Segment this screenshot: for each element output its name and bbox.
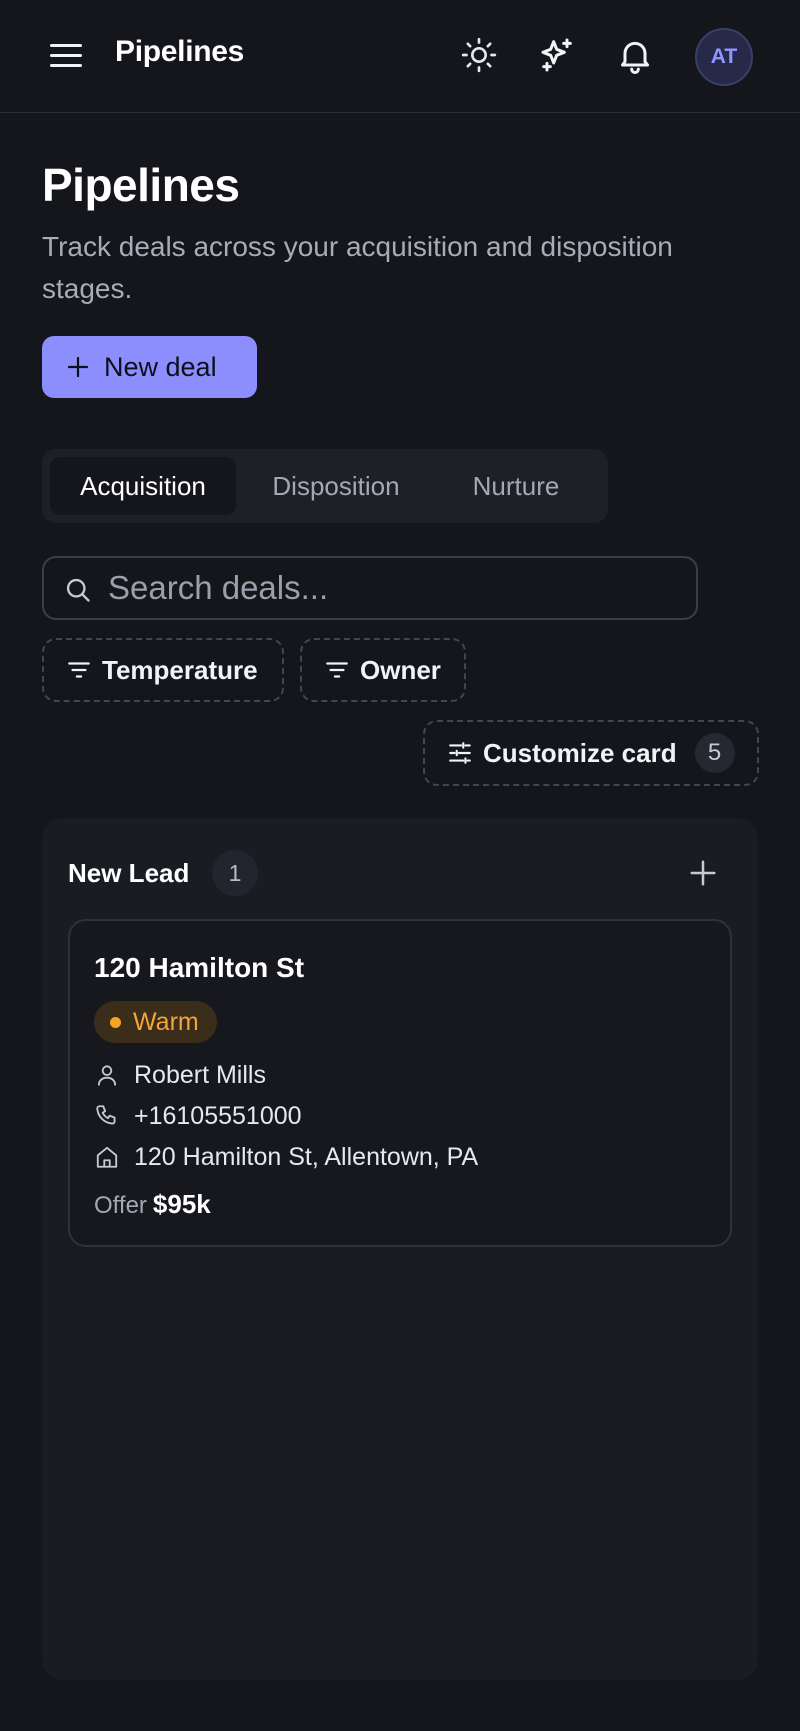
plus-icon	[690, 860, 716, 886]
filter-icon	[68, 662, 90, 678]
customize-count-badge: 5	[694, 733, 735, 773]
column-title: New Lead	[68, 858, 190, 888]
pipeline-tabs: Acquisition Disposition Nurture	[42, 449, 608, 523]
column-count-badge: 1	[212, 850, 258, 896]
temperature-label: Warm	[133, 1007, 199, 1036]
contact-name: Robert Mills	[134, 1060, 266, 1089]
warm-dot-icon	[110, 1016, 121, 1028]
customize-card-button[interactable]: Customize card 5	[423, 720, 759, 786]
notifications-button[interactable]	[615, 35, 655, 75]
new-deal-button[interactable]: New deal	[42, 336, 257, 398]
home-icon	[96, 1146, 118, 1168]
customize-card-label: Customize card	[483, 737, 677, 768]
deal-title: 120 Hamilton St	[94, 952, 305, 983]
pipeline-column-new-lead: New Lead 1 120 Hamilton St Warm Robert M…	[42, 818, 758, 1680]
temperature-badge: Warm	[94, 1001, 217, 1043]
sliders-icon	[449, 742, 471, 764]
tab-disposition[interactable]: Disposition	[246, 457, 426, 515]
app-title: Pipelines	[115, 35, 245, 68]
owner-filter-label: Owner	[360, 654, 441, 685]
search-input[interactable]	[108, 562, 688, 614]
contact-phone: +16105551000	[134, 1101, 302, 1130]
temperature-filter-label: Temperature	[102, 654, 258, 685]
owner-filter-button[interactable]: Owner	[300, 638, 466, 702]
contact-row: Robert Mills	[94, 1057, 266, 1093]
bell-icon	[621, 41, 649, 74]
tab-acquisition[interactable]: Acquisition	[50, 457, 236, 515]
theme-toggle-button[interactable]	[459, 35, 499, 75]
search-icon	[66, 578, 90, 602]
offer-label: Offer	[94, 1192, 147, 1219]
deal-card[interactable]: 120 Hamilton St Warm Robert Mills +16105…	[68, 919, 732, 1247]
phone-row: +16105551000	[94, 1098, 302, 1134]
temperature-filter-button[interactable]: Temperature	[42, 638, 284, 702]
tab-nurture[interactable]: Nurture	[438, 457, 594, 515]
new-deal-label: New deal	[104, 351, 217, 382]
user-avatar[interactable]: AT	[695, 28, 753, 86]
sun-icon	[461, 37, 497, 73]
menu-button[interactable]	[46, 38, 86, 72]
page-subtitle: Track deals across your acquisition and …	[42, 231, 673, 304]
plus-icon	[67, 356, 89, 378]
sparkles-icon	[541, 38, 572, 72]
ai-assistant-button[interactable]	[537, 35, 577, 75]
phone-icon	[96, 1105, 116, 1125]
add-deal-to-column-button[interactable]	[688, 858, 718, 888]
offer-row: Offer $95k	[94, 1189, 211, 1220]
menu-icon	[50, 44, 82, 67]
page-title: Pipelines	[42, 159, 240, 211]
address-row: 120 Hamilton St, Allentown, PA	[94, 1139, 478, 1175]
property-address: 120 Hamilton St, Allentown, PA	[134, 1142, 479, 1171]
user-icon	[97, 1065, 117, 1086]
offer-value: $95k	[152, 1189, 211, 1219]
filter-icon	[326, 662, 348, 678]
top-bar: Pipelines AT	[0, 0, 800, 113]
search-box	[42, 556, 698, 620]
